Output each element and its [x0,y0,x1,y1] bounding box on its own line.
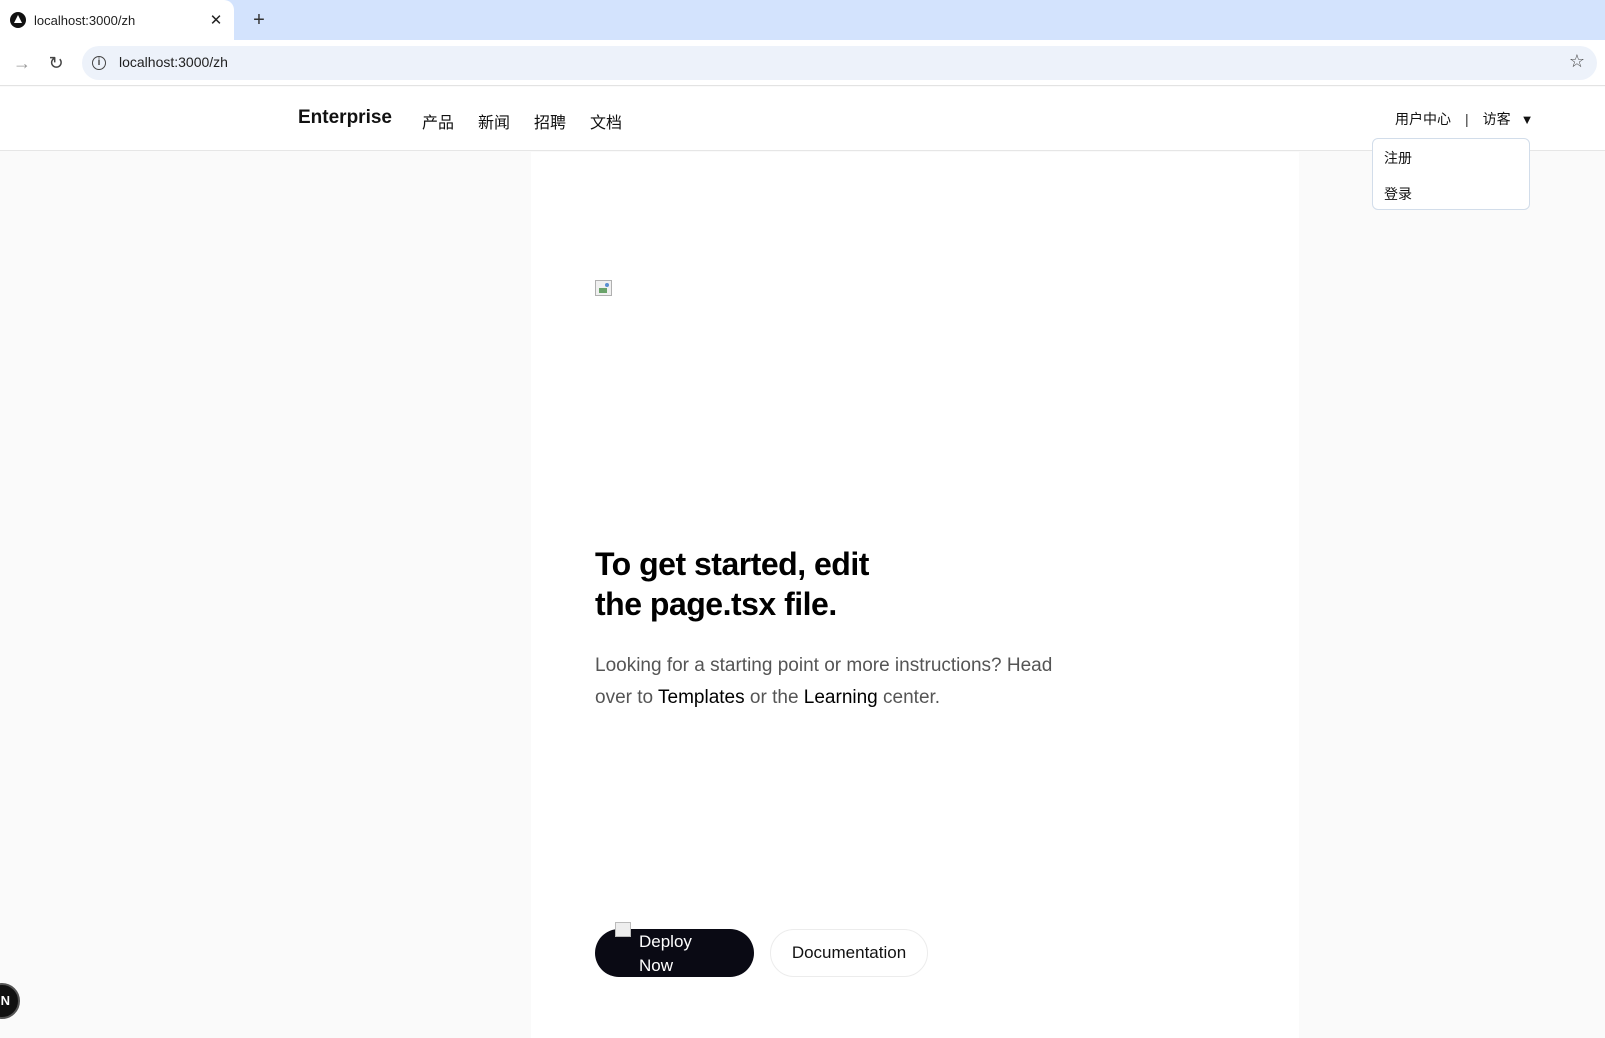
header-separator: | [1465,111,1469,127]
caret-down-icon: ▼ [1520,111,1534,127]
site-header: Enterprise 产品 新闻 招聘 文档 用户中心 | 访客 ▼ [0,87,1605,151]
browser-tab[interactable]: localhost:3000/zh ✕ [0,0,234,40]
learning-link[interactable]: Learning [804,687,878,708]
user-center-link[interactable]: 用户中心 [1395,109,1451,129]
nextjs-favicon-icon [10,12,26,28]
menu-item-register[interactable]: 注册 [1384,148,1412,168]
browser-toolbar: → ↻ i localhost:3000/zh ☆ [0,40,1605,86]
deploy-now-label: Deploy Now [639,932,692,975]
menu-item-login[interactable]: 登录 [1384,184,1412,204]
desc-text-2: or the [744,687,804,708]
documentation-button[interactable]: Documentation [770,929,928,977]
site-info-icon[interactable]: i [92,56,106,70]
nextjs-devtools-icon[interactable]: N [0,983,20,1019]
broken-vercel-image-icon [615,922,631,937]
bookmark-star-icon[interactable]: ☆ [1569,51,1585,72]
header-user-area: 用户中心 | 访客 ▼ [1395,109,1534,129]
address-bar[interactable]: i localhost:3000/zh ☆ [82,46,1597,80]
nav-item-careers[interactable]: 招聘 [534,109,566,133]
forward-arrow-icon[interactable]: → [8,49,36,77]
templates-link[interactable]: Templates [658,687,745,708]
visitor-label: 访客 [1482,111,1511,127]
main-nav: 产品 新闻 招聘 文档 [422,109,622,133]
desc-text-3: center. [877,687,941,708]
browser-tabstrip: localhost:3000/zh ✕ + [0,0,1605,40]
deploy-now-button[interactable]: Deploy Now [595,922,754,977]
close-tab-icon[interactable]: ✕ [204,11,228,29]
tab-title: localhost:3000/zh [34,12,136,28]
page-headline: To get started, edit the page.tsx file. [595,546,869,622]
visitor-dropdown-menu: 注册 登录 [1372,138,1530,210]
reload-icon[interactable]: ↻ [42,49,70,77]
nav-item-products[interactable]: 产品 [422,109,454,133]
visitor-menu-toggle[interactable]: 访客 ▼ [1483,109,1534,129]
brand-logo-text[interactable]: Enterprise [298,107,392,129]
broken-logo-image-icon [595,280,612,296]
intro-description: Looking for a starting point or more ins… [595,650,1055,714]
nav-item-news[interactable]: 新闻 [478,109,510,133]
new-tab-icon[interactable]: + [245,6,273,34]
url-text[interactable]: localhost:3000/zh [119,54,228,70]
main-content: To get started, edit the page.tsx file. … [531,152,1299,1038]
nav-item-docs[interactable]: 文档 [590,109,622,133]
